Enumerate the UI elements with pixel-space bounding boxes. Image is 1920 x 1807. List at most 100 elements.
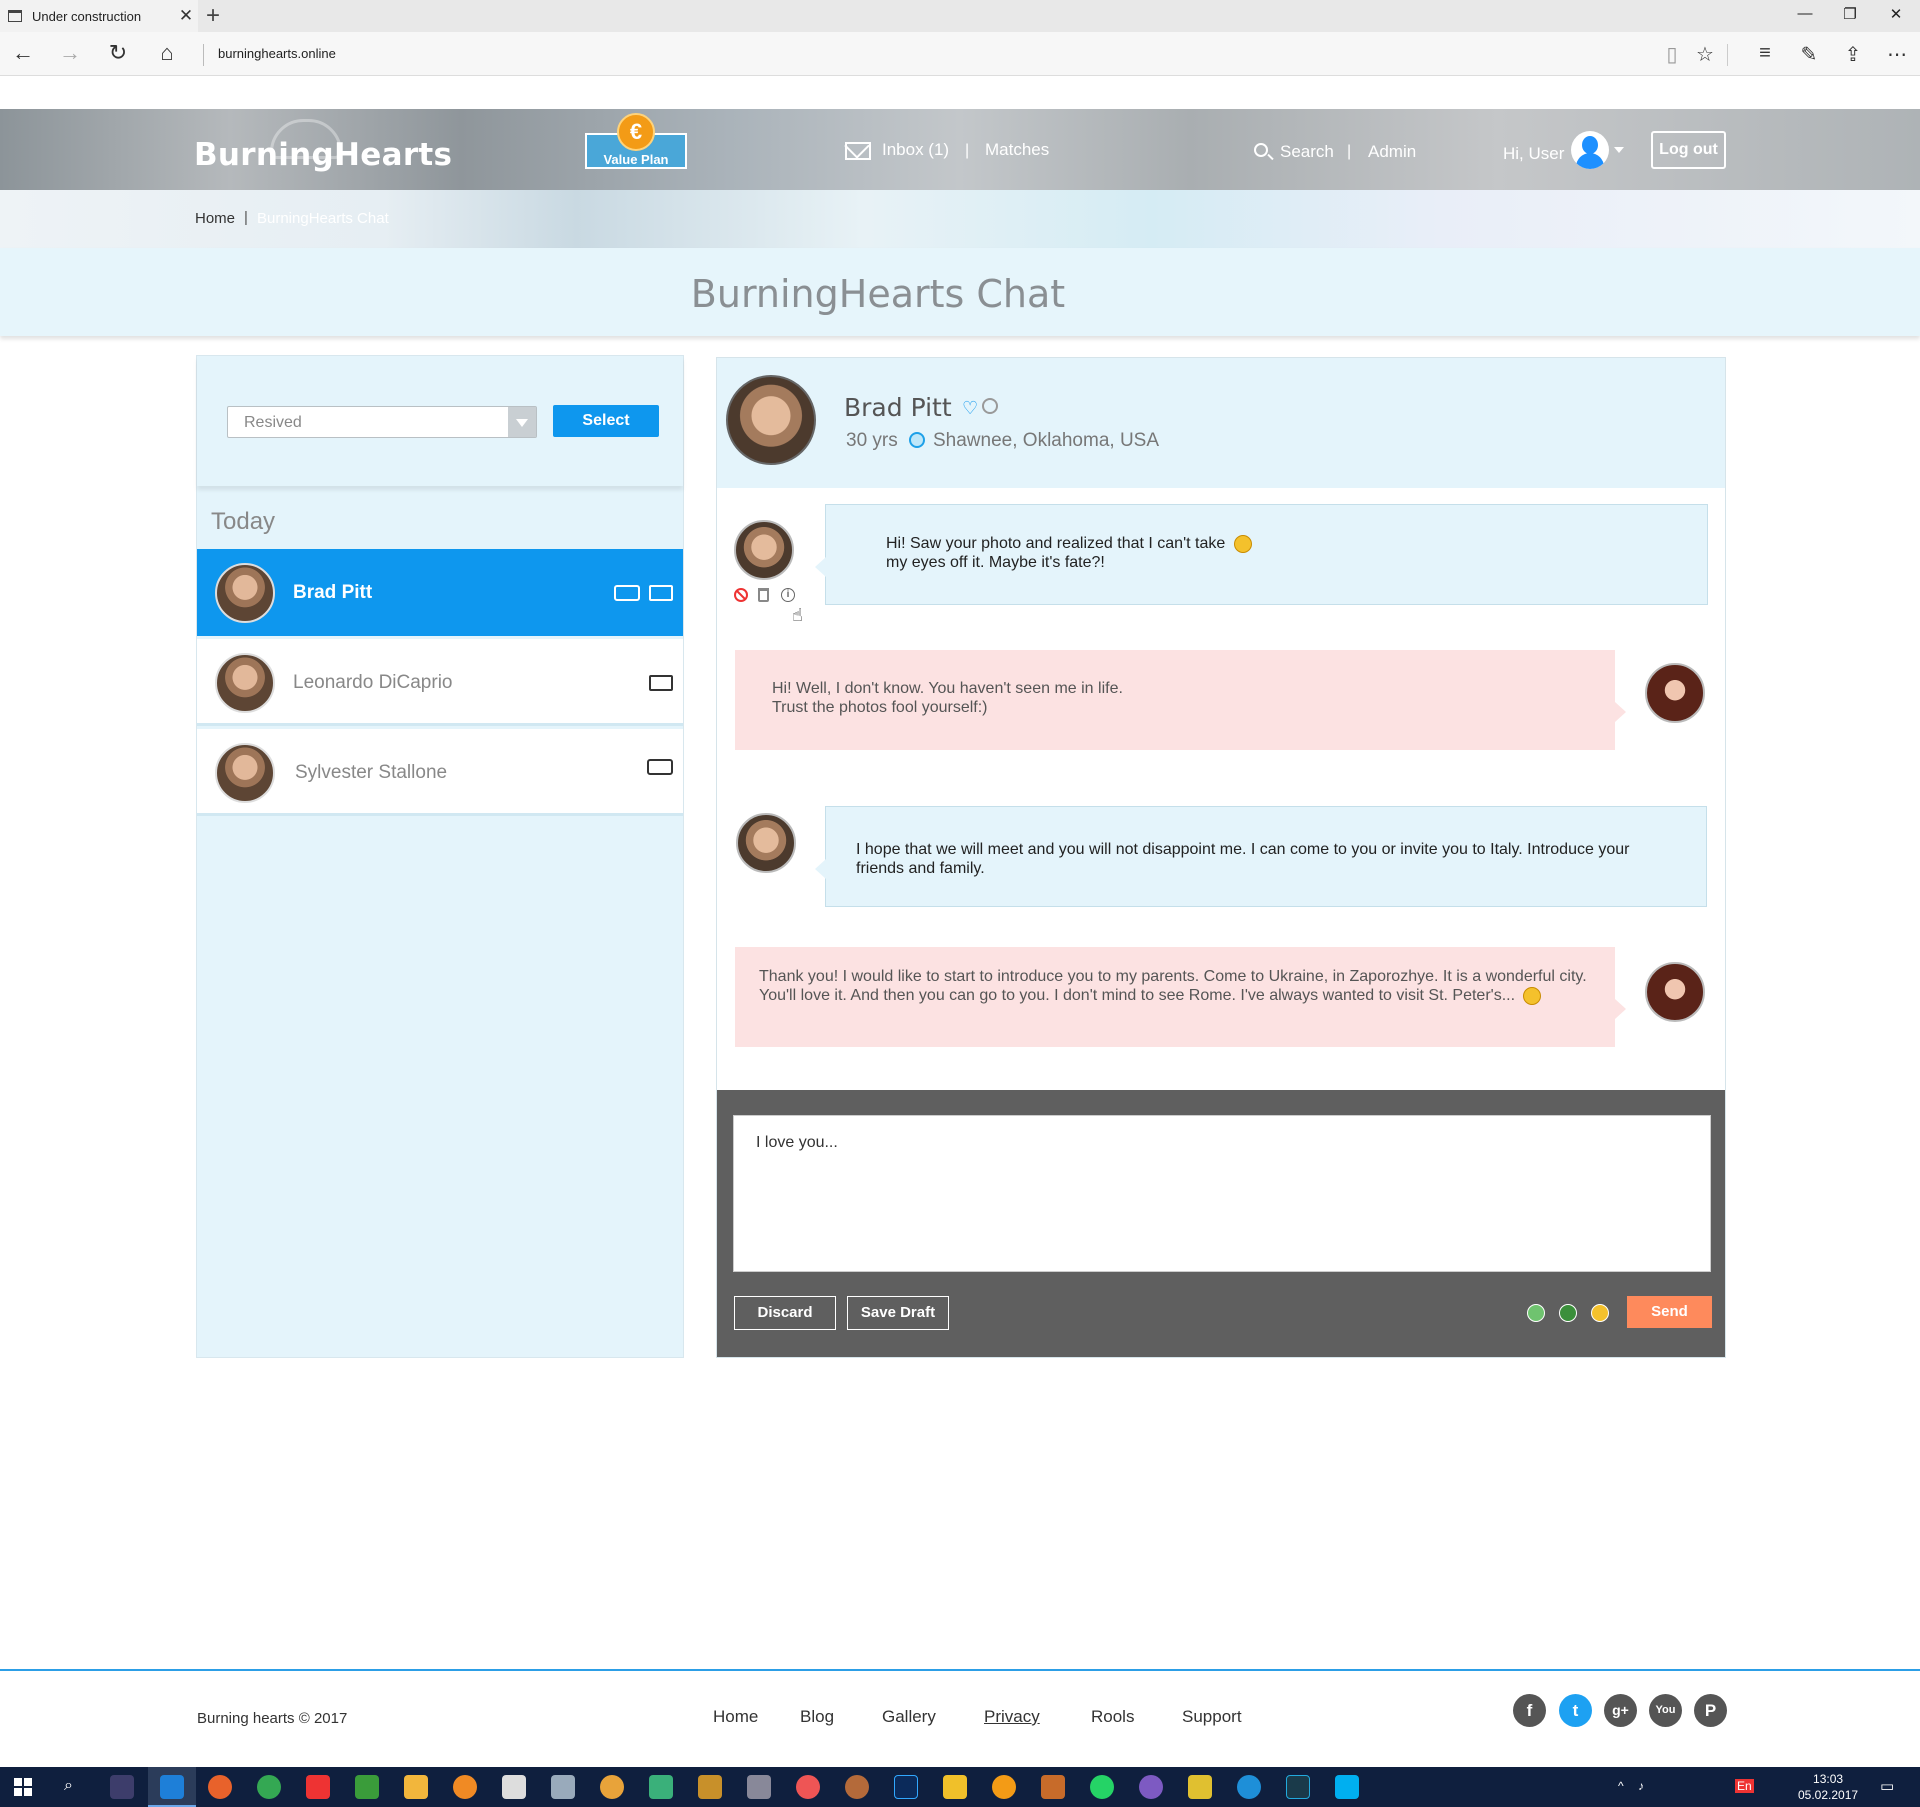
app-icon[interactable]	[453, 1775, 477, 1799]
filter-dropdown[interactable]: Resived	[227, 406, 537, 438]
forward-icon[interactable]: →	[55, 40, 85, 66]
app-icon[interactable]	[943, 1775, 967, 1799]
start-icon[interactable]	[14, 1778, 32, 1796]
info-icon[interactable]: i	[781, 588, 795, 602]
profile-avatar[interactable]	[726, 375, 816, 465]
trash-icon[interactable]	[758, 588, 769, 602]
block-icon[interactable]	[734, 588, 748, 602]
app-icon[interactable]	[649, 1775, 673, 1799]
footer-link-rools[interactable]: Rools	[1091, 1707, 1134, 1727]
photoshop-icon[interactable]	[894, 1775, 918, 1799]
logout-button[interactable]: Log out	[1651, 131, 1726, 169]
footer-link-blog[interactable]: Blog	[800, 1707, 834, 1727]
window-close-icon[interactable]: ✕	[1876, 5, 1916, 23]
nav-search[interactable]: Search	[1280, 142, 1334, 162]
folder-icon[interactable]	[404, 1775, 428, 1799]
message-bubble-outgoing: Thank you! I would like to start to intr…	[735, 947, 1626, 1047]
nav-separator: |	[965, 142, 970, 159]
footer-link-home[interactable]: Home	[713, 1707, 758, 1727]
favorite-star-icon[interactable]: ☆	[1690, 42, 1720, 67]
breadcrumb-home[interactable]: Home	[195, 210, 235, 227]
language-indicator[interactable]: En	[1735, 1779, 1754, 1793]
facebook-icon[interactable]: f	[1513, 1694, 1546, 1727]
app-icon[interactable]	[845, 1775, 869, 1799]
contact-item-brad-pitt[interactable]: Brad Pitt	[197, 549, 683, 636]
app-icon[interactable]	[796, 1775, 820, 1799]
store-icon[interactable]	[502, 1775, 526, 1799]
volume-icon[interactable]: ♪	[1638, 1779, 1644, 1793]
app-icon[interactable]	[1188, 1775, 1212, 1799]
filter-dropdown-value: Resived	[244, 414, 302, 431]
breadcrumb-current: BurningHearts Chat	[257, 210, 389, 227]
contact-item-sylvester-stallone[interactable]: Sylvester Stallone	[197, 729, 683, 816]
firefox-icon[interactable]	[208, 1775, 232, 1799]
audition-icon[interactable]	[1286, 1775, 1310, 1799]
app-icon[interactable]	[747, 1775, 771, 1799]
whatsapp-icon[interactable]	[1090, 1775, 1114, 1799]
pinterest-icon[interactable]: P	[1694, 1694, 1727, 1727]
chat-profile-header: Brad Pitt ♡ 30 yrs Shawnee, Oklahoma, US…	[717, 358, 1725, 488]
chevron-down-icon[interactable]	[1614, 147, 1624, 153]
minimize-icon[interactable]: —	[1785, 5, 1825, 22]
reading-view-icon[interactable]: ▯	[1657, 42, 1687, 67]
more-icon[interactable]: ⋯	[1882, 42, 1912, 67]
hub-icon[interactable]: ≡	[1750, 42, 1780, 65]
contact-name: Brad Pitt	[293, 582, 373, 603]
discard-button[interactable]: Discard	[734, 1296, 836, 1330]
search-taskbar-icon[interactable]: ⌕	[64, 1777, 73, 1795]
heart-icon[interactable]: ♡	[962, 398, 978, 419]
site-logo[interactable]: BurningHearts	[194, 137, 452, 173]
send-button[interactable]: Send	[1627, 1296, 1712, 1328]
app-icon[interactable]	[992, 1775, 1016, 1799]
yandex-icon[interactable]	[306, 1775, 330, 1799]
edge-icon[interactable]	[160, 1775, 184, 1799]
skype-icon[interactable]	[1335, 1775, 1359, 1799]
web-note-icon[interactable]: ✎	[1794, 42, 1824, 67]
avatar	[215, 653, 275, 713]
new-tab-icon[interactable]: +	[206, 2, 220, 30]
browser-tabbar: Under construction ✕ + — ❐ ✕	[0, 0, 1920, 32]
app-icon[interactable]	[110, 1775, 134, 1799]
address-bar[interactable]: burninghearts.online	[218, 46, 336, 61]
app-icon[interactable]	[1041, 1775, 1065, 1799]
youtube-icon[interactable]: You	[1649, 1694, 1682, 1727]
footer-link-privacy[interactable]: Privacy	[984, 1707, 1040, 1727]
filter-box: Resived Select	[197, 356, 683, 486]
chrome-icon[interactable]	[257, 1775, 281, 1799]
contact-item-leonardo-dicaprio[interactable]: Leonardo DiCaprio	[197, 639, 683, 726]
app-icon[interactable]	[600, 1775, 624, 1799]
google-plus-icon[interactable]: g+	[1604, 1694, 1637, 1727]
select-button[interactable]: Select	[553, 405, 659, 437]
footer-link-support[interactable]: Support	[1182, 1707, 1242, 1727]
message-bubble-incoming: I hope that we will meet and you will no…	[815, 806, 1707, 907]
app-icon[interactable]	[551, 1775, 575, 1799]
taskbar-clock[interactable]: 13:03 05.02.2017	[1798, 1771, 1858, 1803]
nav-admin[interactable]: Admin	[1368, 142, 1416, 162]
dropdown-arrow-icon[interactable]	[508, 407, 536, 437]
clock-icon[interactable]	[982, 398, 998, 414]
back-icon[interactable]: ←	[8, 40, 38, 66]
notification-icon[interactable]: ▭	[1880, 1777, 1894, 1795]
gift-icon[interactable]	[1559, 1304, 1577, 1322]
refresh-icon[interactable]: ↻	[103, 40, 133, 66]
nav-inbox[interactable]: Inbox (1)	[882, 140, 949, 160]
app-icon[interactable]	[698, 1775, 722, 1799]
user-avatar[interactable]	[1571, 131, 1609, 169]
emoji-picker-icon[interactable]	[1591, 1304, 1609, 1322]
ie-icon[interactable]	[1237, 1775, 1261, 1799]
footer-link-gallery[interactable]: Gallery	[882, 1707, 936, 1727]
twitter-icon[interactable]: t	[1559, 1694, 1592, 1727]
home-icon[interactable]: ⌂	[152, 40, 182, 66]
browser-tab[interactable]: Under construction ✕	[0, 0, 198, 32]
app-icon[interactable]	[355, 1775, 379, 1799]
save-draft-button[interactable]: Save Draft	[847, 1296, 949, 1330]
tab-close-icon[interactable]: ✕	[174, 6, 198, 26]
message-input[interactable]: I love you...	[733, 1115, 1711, 1272]
tray-chevron-icon[interactable]: ^	[1618, 1779, 1624, 1793]
user-status-icon[interactable]	[1527, 1304, 1545, 1322]
viber-icon[interactable]	[1139, 1775, 1163, 1799]
restore-icon[interactable]: ❐	[1830, 5, 1870, 23]
nav-matches[interactable]: Matches	[985, 140, 1049, 160]
profile-name[interactable]: Brad Pitt	[844, 393, 952, 422]
share-icon[interactable]: ⇪	[1838, 42, 1868, 67]
